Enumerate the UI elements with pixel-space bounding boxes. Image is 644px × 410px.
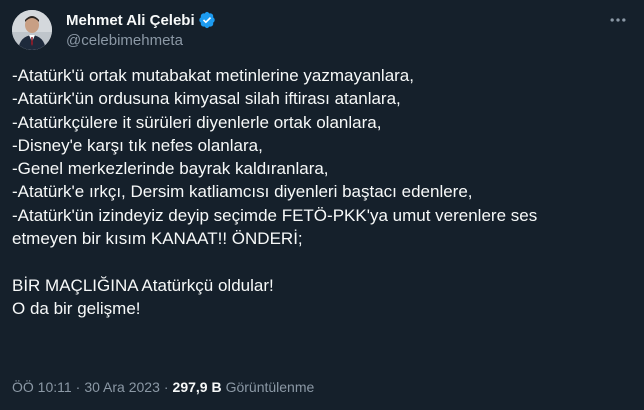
avatar[interactable] bbox=[12, 10, 52, 50]
tweet-line: -Atatürk'ün ordusuna kimyasal silah ifti… bbox=[12, 89, 401, 109]
author-handle[interactable]: @celebimehmeta bbox=[66, 32, 216, 52]
tweet-text: -Atatürk'ü ortak mutabakat metinlerine y… bbox=[12, 64, 632, 320]
tweet-header: Mehmet Ali Çelebi @celebimehmeta bbox=[12, 10, 632, 54]
paragraph-break bbox=[12, 250, 632, 273]
tweet-line: -Atatürk'e ırkçı, Dersim katliamcısı diy… bbox=[12, 182, 473, 202]
tweet-line: etmeyen bir kısım KANAAT!! ÖNDERİ; bbox=[12, 229, 303, 249]
tweet-line: -Atatürk'ün izindeyiz deyip seçimde FETÖ… bbox=[12, 205, 538, 225]
views-count: 297,9 B bbox=[172, 379, 222, 395]
tweet-line: -Disney'e karşı tık nefes olanlara, bbox=[12, 135, 263, 155]
more-options-icon[interactable] bbox=[604, 10, 632, 30]
tweet-line: -Atatürkçülere it sürüleri diyenlerle or… bbox=[12, 112, 382, 132]
tweet-line: -Genel merkezlerinde bayrak kaldıranlara… bbox=[12, 159, 329, 179]
tweet-card: Mehmet Ali Çelebi @celebimehmeta -Atatür… bbox=[0, 0, 644, 410]
meta-separator: · bbox=[163, 379, 169, 395]
avatar-image bbox=[12, 10, 52, 50]
verified-badge-icon[interactable] bbox=[198, 11, 216, 29]
tweet-time[interactable]: ÖÖ 10:11 bbox=[12, 379, 72, 395]
meta-separator: · bbox=[75, 379, 81, 395]
tweet-meta: ÖÖ 10:11 · 30 Ara 2023 · 297,9 B Görüntü… bbox=[12, 379, 314, 395]
tweet-line: -Atatürk'ü ortak mutabakat metinlerine y… bbox=[12, 66, 414, 85]
display-name-row: Mehmet Ali Çelebi bbox=[66, 10, 216, 30]
tweet-date[interactable]: 30 Ara 2023 bbox=[84, 379, 160, 395]
display-name[interactable]: Mehmet Ali Çelebi bbox=[66, 12, 195, 29]
author-names: Mehmet Ali Çelebi @celebimehmeta bbox=[66, 10, 216, 52]
views-label: Görüntülenme bbox=[225, 379, 315, 395]
tweet-line: BİR MAÇLIĞINA Atatürkçü oldular! bbox=[12, 275, 274, 295]
tweet-line: O da bir gelişme! bbox=[12, 298, 141, 318]
